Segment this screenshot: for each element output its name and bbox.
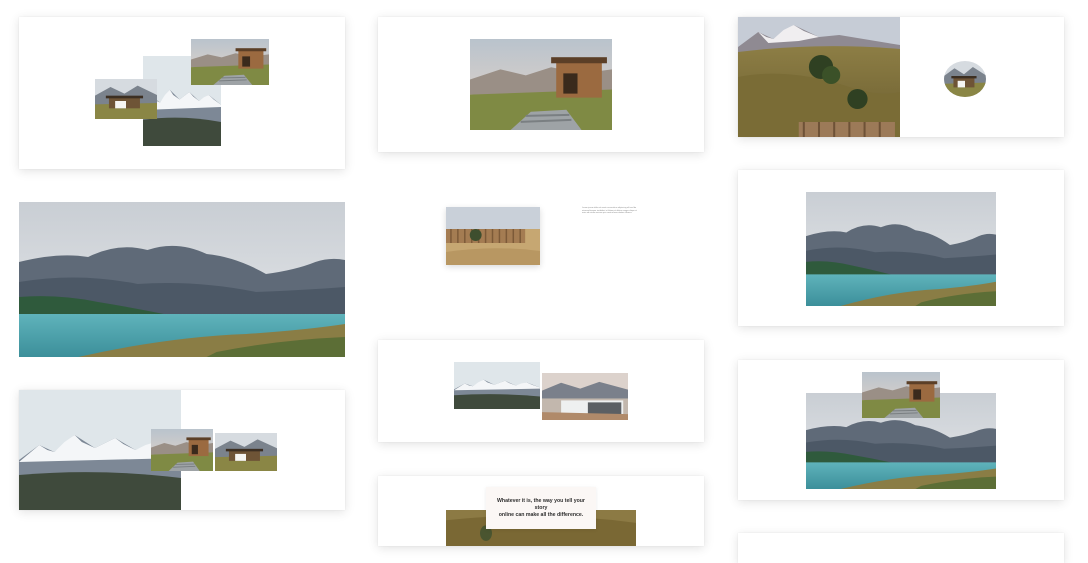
template-card-lake-framed[interactable]: [738, 170, 1064, 326]
template-card-lake-full[interactable]: [19, 202, 345, 357]
photo-white-cabin: [95, 79, 157, 119]
photo-circle-cabin: [944, 61, 986, 97]
template-card-blog[interactable]: Lorem ipsum dolor sit amet consectetur a…: [378, 176, 704, 316]
template-card-partial[interactable]: [738, 533, 1064, 563]
photo-cabin-steps: [191, 39, 269, 85]
photo-cabin-overlay: [862, 372, 940, 418]
photo-cabin-dusk: [470, 39, 612, 130]
photo-cabin-small-a: [151, 429, 213, 471]
template-card-collage-1[interactable]: [19, 17, 345, 169]
quote-box: Whatever it is, the way you tell your st…: [486, 487, 596, 529]
photo-lake-framed: [806, 192, 996, 306]
photo-fence-field: [446, 207, 540, 265]
photo-modern-house: [542, 373, 628, 420]
template-card-cabin-center[interactable]: [378, 17, 704, 152]
template-card-hill-circle[interactable]: [738, 17, 1064, 137]
template-card-split[interactable]: [19, 390, 345, 510]
photo-white-cabin-small: [215, 433, 277, 471]
template-card-lake-overlay[interactable]: [738, 360, 1064, 500]
template-card-pair[interactable]: [378, 340, 704, 442]
photo-lake-mountains: [19, 202, 345, 357]
photo-hillside-tree: [738, 17, 900, 137]
photo-snowy-peaks: [454, 362, 540, 409]
blog-excerpt: Lorem ipsum dolor sit amet consectetur a…: [582, 207, 638, 215]
